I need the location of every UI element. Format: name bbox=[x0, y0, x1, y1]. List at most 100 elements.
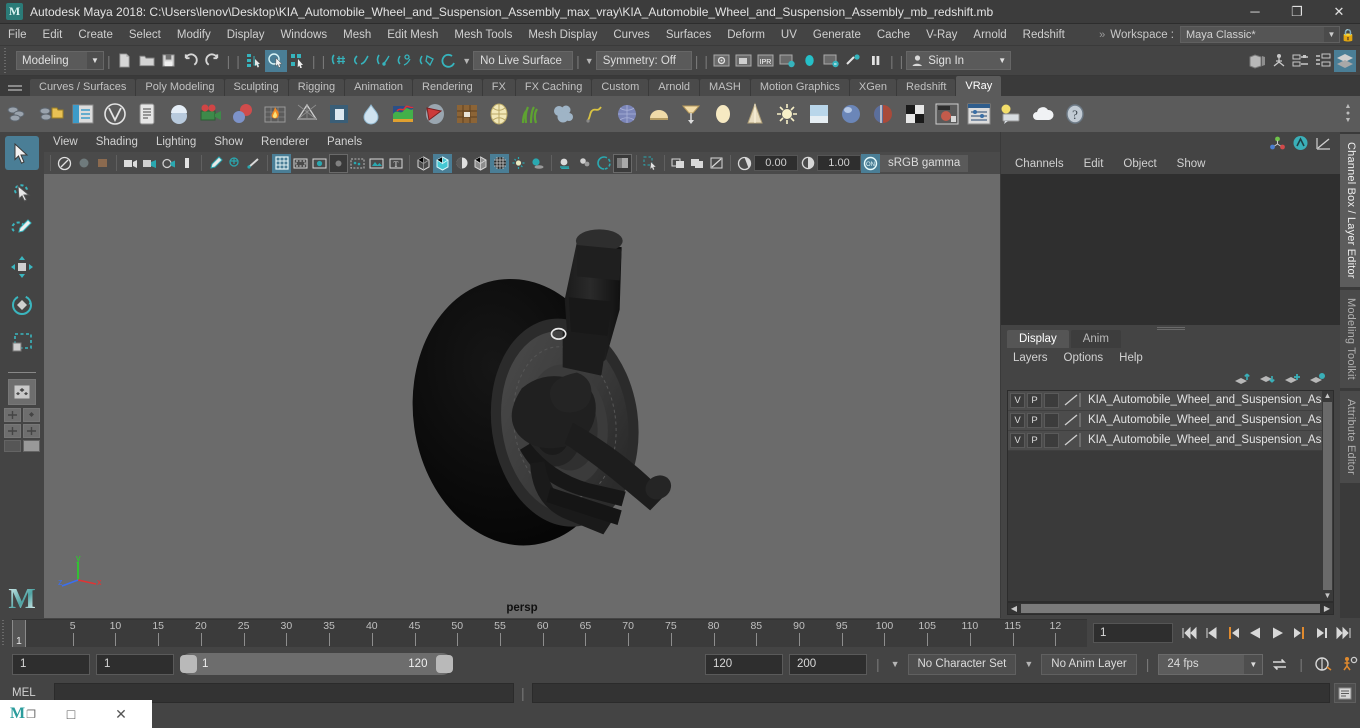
grease-pencil-tool-icon[interactable] bbox=[244, 154, 263, 173]
chevron-down-icon[interactable]: ▼ bbox=[87, 52, 103, 69]
viewport-gamma-icon[interactable] bbox=[798, 154, 817, 173]
play-backwards-icon[interactable] bbox=[1245, 622, 1266, 644]
vray-render-settings-icon[interactable] bbox=[68, 99, 98, 129]
vray-material-ball-icon[interactable] bbox=[836, 99, 866, 129]
vray-mesh-light-icon[interactable] bbox=[292, 99, 322, 129]
shadows-icon[interactable] bbox=[528, 154, 547, 173]
menu-set-select[interactable]: Modeling ▼ bbox=[16, 51, 104, 70]
vray-save-folder-icon[interactable] bbox=[36, 99, 66, 129]
render-view-icon[interactable] bbox=[711, 50, 733, 72]
current-time-indicator[interactable]: 1 bbox=[12, 620, 26, 647]
layer-state-toggle[interactable] bbox=[1044, 392, 1059, 408]
ipr-render-icon[interactable]: IPR bbox=[755, 50, 777, 72]
shelf-tab-rigging[interactable]: Rigging bbox=[288, 79, 345, 96]
menu-surfaces[interactable]: Surfaces bbox=[658, 24, 719, 46]
shelf-tab-custom[interactable]: Custom bbox=[592, 79, 649, 96]
single-perspective-layout-icon[interactable] bbox=[8, 379, 36, 405]
layer-color-swatch[interactable] bbox=[1062, 432, 1082, 448]
layer-menu-help[interactable]: Help bbox=[1111, 348, 1151, 368]
outliner-persp-layout-icon[interactable] bbox=[23, 408, 40, 422]
gamma-reset-icon[interactable] bbox=[688, 154, 707, 173]
layer-playback-toggle[interactable]: P bbox=[1027, 412, 1042, 428]
menu-overflow-icon[interactable]: » bbox=[1094, 29, 1110, 41]
menu-arnold[interactable]: Arnold bbox=[965, 24, 1014, 46]
view-transform-icon[interactable] bbox=[707, 154, 726, 173]
channel-box-icon[interactable] bbox=[1312, 50, 1334, 72]
vray-water-icon[interactable] bbox=[356, 99, 386, 129]
save-scene-icon[interactable] bbox=[158, 50, 180, 72]
layer-list-horizontal-scrollbar[interactable]: ◀ ▶ bbox=[1007, 602, 1334, 615]
live-surface-field[interactable]: No Live Surface bbox=[473, 51, 574, 70]
step-back-key-icon[interactable] bbox=[1223, 622, 1244, 644]
snap-curve-icon[interactable] bbox=[350, 50, 372, 72]
isolate-select-icon[interactable] bbox=[225, 154, 244, 173]
color-space-field[interactable]: sRGB gamma bbox=[880, 154, 969, 172]
shelf-scroll-controls[interactable]: ▲ ● ▼ bbox=[1340, 103, 1356, 124]
shelf-tab-mash[interactable]: MASH bbox=[700, 79, 750, 96]
menu-mesh-tools[interactable]: Mesh Tools bbox=[446, 24, 520, 46]
film-origin-icon[interactable] bbox=[348, 154, 367, 173]
viewport-menu-shading[interactable]: Shading bbox=[87, 132, 147, 152]
perspective-viewport[interactable]: y x z persp bbox=[44, 174, 1000, 618]
menu-mesh-display[interactable]: Mesh Display bbox=[520, 24, 605, 46]
viewport-exposure-icon[interactable] bbox=[735, 154, 754, 173]
vray-scene-icon[interactable] bbox=[132, 99, 162, 129]
multisample-icon[interactable] bbox=[594, 154, 613, 173]
viewport-menu-panels[interactable]: Panels bbox=[318, 132, 371, 152]
isolate-select-toggle-icon[interactable] bbox=[641, 154, 660, 173]
open-scene-icon[interactable] bbox=[136, 50, 158, 72]
menu-modify[interactable]: Modify bbox=[169, 24, 219, 46]
gamma-value-field[interactable]: 1.00 bbox=[817, 155, 861, 171]
vray-tooltip-icon[interactable] bbox=[996, 99, 1026, 129]
maximize-button[interactable]: ❐ bbox=[1276, 0, 1318, 24]
snap-point-icon[interactable] bbox=[372, 50, 394, 72]
snap-view-plane-icon[interactable] bbox=[416, 50, 438, 72]
hypergraph-icon[interactable] bbox=[1268, 50, 1290, 72]
scroll-up-icon[interactable]: ▲ bbox=[1324, 391, 1332, 401]
render-settings-icon[interactable] bbox=[777, 50, 799, 72]
anim-layer-field[interactable]: No Anim Layer bbox=[1041, 653, 1137, 675]
shelf-tab-sculpting[interactable]: Sculpting bbox=[224, 79, 288, 96]
attribute-editor-toggle-icon[interactable] bbox=[1292, 135, 1309, 151]
menu-edit-mesh[interactable]: Edit Mesh bbox=[379, 24, 446, 46]
viewport-menu-renderer[interactable]: Renderer bbox=[252, 132, 318, 152]
grid-icon[interactable] bbox=[272, 153, 291, 173]
table-row[interactable]: V P KIA_Automobile_Wheel_and_Suspension_… bbox=[1008, 390, 1333, 411]
shelf-tab-fx-caching[interactable]: FX Caching bbox=[515, 79, 592, 96]
vray-fur-icon[interactable] bbox=[548, 99, 578, 129]
lasso-select-tool[interactable] bbox=[5, 174, 39, 208]
color-management-toggle-icon[interactable]: ON bbox=[861, 153, 880, 173]
display-layer-list[interactable]: V P KIA_Automobile_Wheel_and_Suspension_… bbox=[1007, 389, 1334, 602]
layer-state-toggle[interactable] bbox=[1044, 412, 1059, 428]
layer-playback-toggle[interactable]: P bbox=[1027, 392, 1042, 408]
close-button[interactable]: ✕ bbox=[1318, 0, 1360, 24]
range-end-handle[interactable] bbox=[436, 655, 454, 673]
step-back-frame-icon[interactable] bbox=[1201, 622, 1222, 644]
scroll-left-icon[interactable]: ◀ bbox=[1008, 604, 1020, 613]
select-object-icon[interactable] bbox=[264, 49, 287, 72]
shelf-tab-rendering[interactable]: Rendering bbox=[413, 79, 482, 96]
vray-area-light-icon[interactable] bbox=[708, 99, 738, 129]
step-forward-frame-icon[interactable] bbox=[1311, 622, 1332, 644]
shelf-layout-icon[interactable] bbox=[23, 440, 40, 452]
smooth-shade-all-icon[interactable] bbox=[433, 153, 452, 173]
viewport-menu-show[interactable]: Show bbox=[205, 132, 252, 152]
show-hide-editors-icon[interactable] bbox=[1334, 49, 1356, 72]
textured-icon[interactable] bbox=[490, 153, 509, 173]
restore-window-icon[interactable]: ❐ bbox=[26, 708, 36, 721]
vray-save-icon[interactable] bbox=[4, 99, 34, 129]
shelf-tab-redshift[interactable]: Redshift bbox=[897, 79, 956, 96]
time-slider-grip[interactable] bbox=[0, 620, 10, 646]
select-camera-icon[interactable] bbox=[55, 154, 74, 173]
shelf-tab-poly-modeling[interactable]: Poly Modeling bbox=[136, 79, 224, 96]
menu-cache[interactable]: Cache bbox=[869, 24, 918, 46]
range-slider[interactable]: 1 120 bbox=[180, 653, 454, 675]
vray-dome-light-icon[interactable] bbox=[484, 99, 514, 129]
menu-windows[interactable]: Windows bbox=[272, 24, 335, 46]
shelf-handle-icon[interactable] bbox=[0, 76, 30, 96]
menu-mesh[interactable]: Mesh bbox=[335, 24, 379, 46]
current-frame-field[interactable]: 1 bbox=[1093, 623, 1173, 643]
channelbox-menu-channels[interactable]: Channels bbox=[1005, 154, 1074, 174]
shelf-tab-animation[interactable]: Animation bbox=[345, 79, 413, 96]
layer-visible-toggle[interactable]: V bbox=[1010, 412, 1025, 428]
